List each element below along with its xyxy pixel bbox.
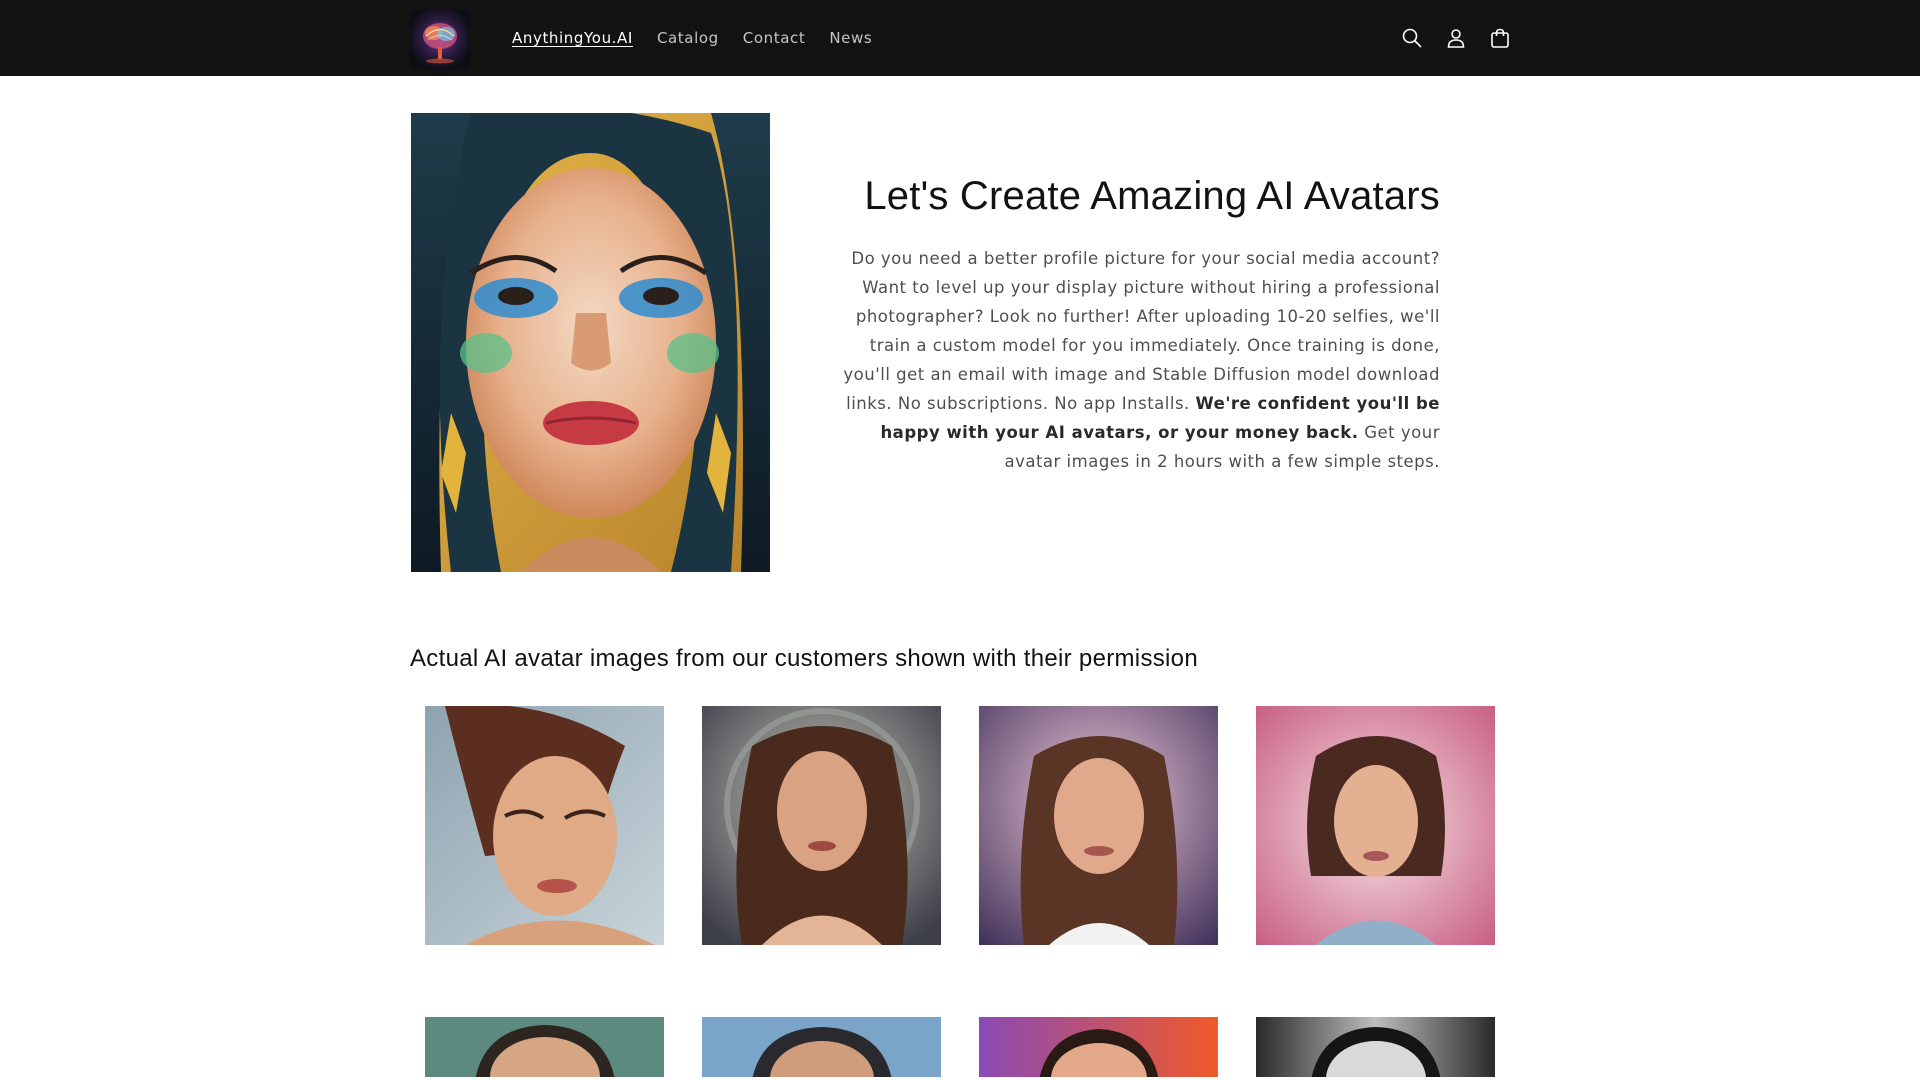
gallery-image-8[interactable] xyxy=(1256,1017,1495,1077)
account-icon[interactable] xyxy=(1434,16,1478,60)
nav-link-home[interactable]: AnythingYou.AI xyxy=(500,29,645,47)
cart-icon[interactable] xyxy=(1478,16,1522,60)
nav-link-catalog[interactable]: Catalog xyxy=(645,29,731,47)
gallery-image-1[interactable] xyxy=(425,706,664,945)
search-icon[interactable] xyxy=(1390,16,1434,60)
nav-link-contact[interactable]: Contact xyxy=(731,29,818,47)
header-icons xyxy=(1390,16,1522,60)
gallery-heading: Actual AI avatar images from our custome… xyxy=(410,645,1198,672)
gallery-image-7[interactable] xyxy=(979,1017,1218,1077)
site-header: AnythingYou.AI Catalog Contact News xyxy=(0,0,1920,76)
gallery-image-4[interactable] xyxy=(1256,706,1495,945)
hero-text: Let's Create Amazing AI Avatars Do you n… xyxy=(838,170,1440,476)
gallery-image-2[interactable] xyxy=(702,706,941,945)
nav-link-news[interactable]: News xyxy=(817,29,884,47)
brain-logo-icon[interactable] xyxy=(410,9,470,69)
hero-description-text: Do you need a better profile picture for… xyxy=(843,249,1440,413)
main-nav: AnythingYou.AI Catalog Contact News xyxy=(500,0,884,76)
gallery-image-5[interactable] xyxy=(425,1017,664,1077)
hero-avatar-image xyxy=(411,113,770,572)
gallery-image-3[interactable] xyxy=(979,706,1218,945)
gallery-image-6[interactable] xyxy=(702,1017,941,1077)
hero-description: Do you need a better profile picture for… xyxy=(838,244,1440,476)
hero-title: Let's Create Amazing AI Avatars xyxy=(864,174,1440,218)
